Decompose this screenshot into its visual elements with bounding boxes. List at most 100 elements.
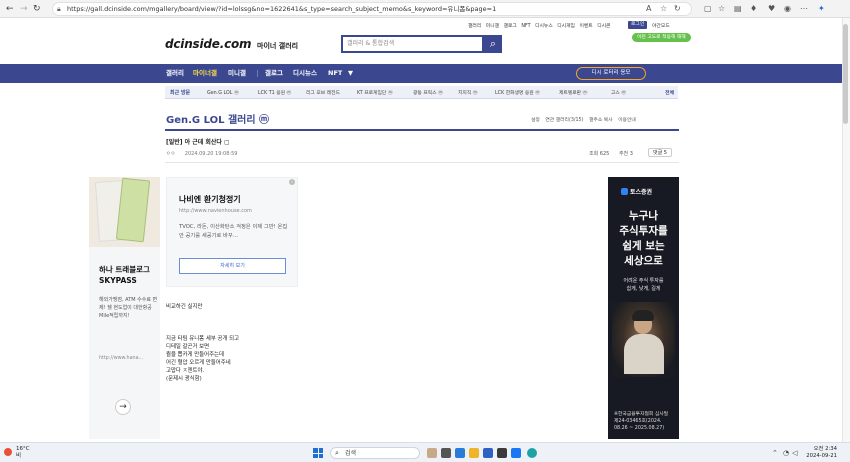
post-stats: 조회 625 추천 3 xyxy=(589,150,633,157)
right-ad-footer: ※한국금융투자협회 심사필 제24-03465호(2024. 08.26 ~ 2… xyxy=(614,412,669,431)
toss-logo: 토스증권 xyxy=(621,187,652,196)
forward-arrow-icon[interactable]: → xyxy=(20,3,28,15)
right-ad-banner[interactable]: 토스증권 누구나 주식투자를 쉽게 보는 세상으로 어려운 주식 투자를 쉽게,… xyxy=(608,177,679,439)
app-icon[interactable] xyxy=(511,448,521,458)
task-view-icon[interactable] xyxy=(441,448,451,458)
copilot-icon[interactable]: ◉ xyxy=(784,3,791,15)
rotary-entry-button[interactable]: 디시 로터리 응모 xyxy=(576,67,646,80)
site-logo[interactable]: dcinside.com xyxy=(165,37,252,51)
recent-item[interactable]: 제트텔로판 ⓜ xyxy=(559,89,587,96)
refresh-icon[interactable]: ↻ xyxy=(33,3,41,15)
related-gallery-link[interactable]: 연관 갤러리(3/15) xyxy=(545,118,583,123)
address-bar[interactable]: 🔒︎ https://gall.dcinside.com/mgallery/bo… xyxy=(52,2,692,16)
os-taskbar: 16°C 비 ⌕ 검색 ⌃ ◔ ◁ 오전 2:34 2024-09-21 xyxy=(0,442,850,462)
address-bar-text: https://gall.dcinside.com/mgallery/board… xyxy=(67,5,497,13)
weather-cond: 비 xyxy=(16,453,22,459)
back-arrow-icon[interactable]: ← xyxy=(6,3,14,15)
post-meta: ㅇㅇ 2024.09.20 19:08:59 xyxy=(166,150,237,157)
nav-gallery[interactable]: 갤러리 xyxy=(166,69,184,78)
favorites-icon[interactable]: ☆ xyxy=(718,3,725,15)
lock-icon: 🔒︎ xyxy=(57,5,61,13)
recent-item[interactable]: 리그 오브 레전드 xyxy=(306,89,340,96)
search-icon: ⌕ xyxy=(335,449,339,457)
recent-item[interactable]: LCK 한화생명 응원 ⓜ xyxy=(495,89,540,96)
recent-all-link[interactable]: 전체 xyxy=(665,89,674,96)
nav-news[interactable]: 디시뉴스 xyxy=(293,69,317,78)
topnav-gallog[interactable]: 갤로그 xyxy=(504,24,517,29)
topnav-minor[interactable]: 미니갤 xyxy=(486,24,499,29)
recent-item[interactable]: Gen.G LOL ⓜ xyxy=(207,89,239,96)
topnav-game[interactable]: 디시게임 xyxy=(557,24,575,29)
darkmode-toggle[interactable]: 야간모드 xyxy=(652,22,670,29)
search-input[interactable]: 갤러리 & 통합검색 xyxy=(341,35,484,53)
weather-icon[interactable] xyxy=(4,448,12,456)
ad-detail-button[interactable]: 자세히 보기 xyxy=(179,258,286,274)
topnav-event[interactable]: 이벤트 xyxy=(579,24,592,29)
widget-app-icon[interactable] xyxy=(427,448,437,458)
recommend-count: 추천 3 xyxy=(618,151,633,157)
gallery-title[interactable]: Gen.G LOL 갤러리 ⓜ xyxy=(166,111,269,126)
recent-item[interactable]: 치지직 ⓜ xyxy=(458,89,478,96)
recent-item[interactable]: KT 프로게임단 ⓜ xyxy=(357,89,393,96)
scrollbar-thumb[interactable] xyxy=(843,24,848,124)
promo-badge[interactable]: 이런 고도로 적응해 해해 xyxy=(632,33,691,42)
post-title: [일반] 아 근데 회산다 ▢ xyxy=(166,139,230,146)
nav-more-chevron-icon[interactable]: ▼ xyxy=(348,69,353,78)
gallery-settings-link[interactable]: 설정 xyxy=(531,118,540,123)
login-button[interactable]: 로그인 xyxy=(628,21,648,29)
topnav-gallery[interactable]: 갤러리 xyxy=(468,24,481,29)
taskbar-search[interactable]: ⌕ 검색 xyxy=(330,447,420,459)
extension-icon[interactable]: ↻ xyxy=(674,3,681,15)
copy-address-link[interactable]: 갤주소 복사 xyxy=(589,118,613,123)
arrow-right-icon[interactable]: → xyxy=(115,399,131,415)
store-icon[interactable] xyxy=(483,448,493,458)
recent-label: 최근 방문 xyxy=(170,90,191,96)
shopping-icon[interactable]: ♥ xyxy=(768,3,775,15)
usage-guide-link[interactable]: 이용안내 xyxy=(618,118,636,123)
app-icon[interactable] xyxy=(497,448,507,458)
ad-card-image xyxy=(89,177,160,247)
wifi-icon[interactable]: ◔ xyxy=(783,449,789,457)
tray-chevron-icon[interactable]: ⌃ xyxy=(772,449,778,457)
center-ad-title: 나비엔 환기청정기 xyxy=(179,195,241,204)
topnav-dccon[interactable]: 디시콘 xyxy=(597,24,610,29)
gallery-tools: 설정 연관 갤러리(3/15) 갤주소 복사 이용안내 xyxy=(531,116,640,123)
edge-copilot-icon[interactable]: ✦ xyxy=(818,3,825,15)
topnav-news[interactable]: 디시뉴스 xyxy=(535,24,553,29)
left-ad-banner[interactable]: 하나 트래블로그SKYPASS 해외가맹점, ATM 수수료 면제! 쉘 현도업… xyxy=(89,177,160,439)
collections-icon[interactable]: ▤ xyxy=(734,3,742,15)
search-button[interactable]: ⌕ xyxy=(484,35,502,53)
topnav-nft[interactable]: NFT xyxy=(521,24,530,29)
windows-start-icon[interactable] xyxy=(313,448,323,458)
favorite-star-icon[interactable]: ☆ xyxy=(660,3,667,15)
nav-mini-gallery[interactable]: 미니갤 xyxy=(228,69,246,78)
split-screen-icon[interactable]: ▢ xyxy=(704,3,712,15)
site-logo-sub[interactable]: 마이너 갤러리 xyxy=(257,41,298,51)
file-explorer-icon[interactable] xyxy=(469,448,479,458)
recent-item[interactable]: 광동 프릭스 ⓜ xyxy=(413,89,443,96)
center-ad-box[interactable]: i 나비엔 환기청정기 http://www.navienhouse.com T… xyxy=(166,177,298,287)
edge-browser-icon[interactable] xyxy=(527,448,537,458)
post-body-paragraph: 지금 타팀 유니폼 세부 공개 되고 디테일 갈곤거 보면 퀄을 뽑카게 만들어… xyxy=(166,336,240,382)
right-ad-headline: 누구나 주식투자를 쉽게 보는 세상으로 xyxy=(619,210,668,267)
browser-menu-icon[interactable]: ⋯ xyxy=(800,3,808,15)
ad-info-icon[interactable]: i xyxy=(289,179,295,185)
weather-widget[interactable]: 16°C 비 xyxy=(16,446,30,460)
read-aloud-icon[interactable]: A xyxy=(646,3,651,15)
top-utility-nav: 갤러리 미니갤 갤로그 NFT 디시뉴스 디시게임 이벤트 디시콘 xyxy=(468,22,613,29)
nav-minor-gallery[interactable]: 마이너갤 xyxy=(193,69,217,78)
taskbar-clock[interactable]: 오전 2:34 2024-09-21 xyxy=(797,446,837,460)
app-icon[interactable] xyxy=(455,448,465,458)
nav-gallog[interactable]: 갤로그 xyxy=(265,69,283,78)
comment-count-button[interactable]: 댓글 5 xyxy=(648,148,672,157)
left-ad-title: 하나 트래블로그SKYPASS xyxy=(99,265,150,285)
nav-nft[interactable]: NFT xyxy=(328,69,342,78)
recent-visit-bar: 최근 방문 Gen.G LOL ⓜ LCK T1 응원 ⓜ 리그 오브 레전드 … xyxy=(165,86,678,99)
recent-item[interactable]: 고스 ⓜ xyxy=(611,89,626,96)
post-divider xyxy=(165,162,679,163)
profile-icon[interactable]: ♦ xyxy=(750,3,757,15)
clock-date: 2024-09-21 xyxy=(806,453,837,459)
recent-item[interactable]: LCK T1 응원 ⓜ xyxy=(258,89,291,96)
left-ad-url: http://www.hana... xyxy=(99,356,144,361)
post-author[interactable]: ㅇㅇ xyxy=(166,151,175,157)
